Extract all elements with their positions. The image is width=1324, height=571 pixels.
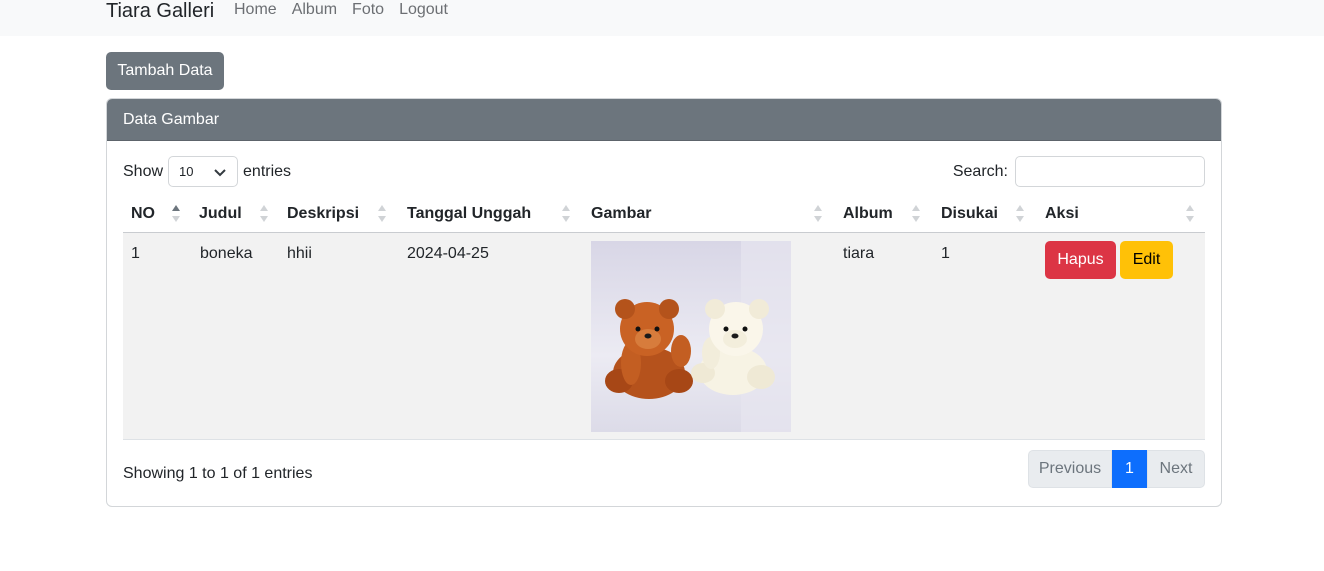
brand[interactable]: Tiara Galleri [106, 0, 214, 24]
previous-button[interactable]: Previous [1028, 450, 1112, 488]
col-tanggal-label: Tanggal Unggah [407, 205, 532, 222]
navbar: Tiara Galleri Home Album Foto Logout [0, 0, 1324, 36]
data-table: NO Judul Deskripsi Tanggal Unggah Gambar [123, 195, 1205, 440]
cell-tanggal: 2024-04-25 [407, 245, 489, 262]
data-card: Data Gambar Show 10 entries Search: NO J… [106, 98, 1222, 507]
col-aksi[interactable]: Aksi [1045, 195, 1079, 233]
next-button[interactable]: Next [1147, 450, 1205, 488]
nav-foto[interactable]: Foto [352, 0, 384, 20]
page-1-button[interactable]: 1 [1112, 450, 1147, 488]
col-judul[interactable]: Judul [199, 195, 242, 233]
col-gambar[interactable]: Gambar [591, 195, 651, 233]
col-disukai-label: Disukai [941, 205, 998, 222]
sort-icon [378, 205, 386, 222]
col-deskripsi[interactable]: Deskripsi [287, 195, 359, 233]
col-disukai[interactable]: Disukai [941, 195, 998, 233]
cell-judul: boneka [200, 245, 253, 262]
sort-icon [1186, 205, 1194, 222]
table-row: 1 boneka hhii 2024-04-25 tiara 1 Hapus E… [123, 233, 1205, 440]
card-header: Data Gambar [107, 99, 1221, 141]
col-tanggal[interactable]: Tanggal Unggah [407, 195, 531, 233]
col-aksi-label: Aksi [1045, 205, 1079, 222]
chevron-down-icon [213, 165, 227, 179]
cell-disukai: 1 [941, 245, 950, 262]
search-control: Search: [953, 156, 1205, 187]
length-control: Show 10 entries [123, 156, 291, 187]
sort-icon [1016, 205, 1024, 222]
col-judul-label: Judul [199, 205, 242, 222]
nav-links: Home Album Foto Logout [234, 0, 463, 20]
nav-album[interactable]: Album [292, 0, 337, 20]
col-deskripsi-label: Deskripsi [287, 205, 360, 222]
sort-icon [562, 205, 570, 222]
cell-no: 1 [131, 245, 140, 262]
sort-icon [172, 205, 180, 222]
sort-icon [912, 205, 920, 222]
table-header: NO Judul Deskripsi Tanggal Unggah Gambar [123, 195, 1205, 233]
col-album-label: Album [843, 205, 893, 222]
entries-label: entries [243, 162, 292, 180]
col-album[interactable]: Album [843, 195, 893, 233]
tambah-data-button[interactable]: Tambah Data [106, 52, 224, 90]
teddy-bears-image [591, 241, 791, 432]
sort-icon [814, 205, 822, 222]
cell-deskripsi: hhii [287, 245, 312, 262]
nav-logout[interactable]: Logout [399, 0, 448, 20]
col-gambar-label: Gambar [591, 205, 652, 222]
col-no-label: NO [131, 205, 155, 222]
show-label: Show [123, 162, 164, 180]
nav-home[interactable]: Home [234, 0, 277, 20]
search-input[interactable] [1015, 156, 1205, 187]
search-label: Search: [952, 162, 1008, 180]
table-info: Showing 1 to 1 of 1 entries [123, 465, 313, 482]
entries-select[interactable]: 10 [168, 156, 239, 187]
card-title: Data Gambar [123, 110, 220, 128]
cell-album: tiara [843, 245, 875, 262]
pagination: Previous 1 Next [1028, 450, 1205, 488]
col-no[interactable]: NO [131, 195, 155, 233]
edit-button[interactable]: Edit [1120, 241, 1173, 279]
hapus-button[interactable]: Hapus [1045, 241, 1116, 279]
entries-select-value: 10 [179, 164, 194, 179]
sort-icon [260, 205, 268, 222]
